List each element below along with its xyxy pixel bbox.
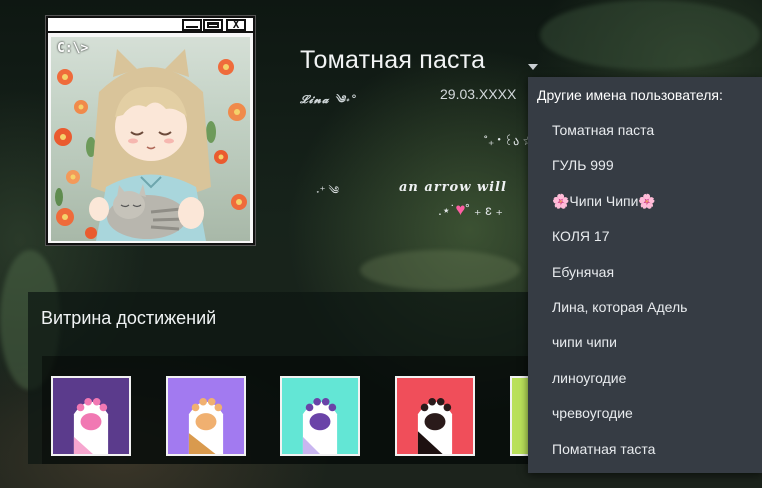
- profile-summary-line: ˖⁺ ༄: [316, 185, 340, 197]
- alias-item[interactable]: линоугодие: [528, 361, 762, 396]
- achievement-badge[interactable]: [280, 376, 360, 456]
- avatar-frame[interactable]: X C:\>: [46, 16, 255, 245]
- achievement-badge[interactable]: [51, 376, 131, 456]
- heart-icon: ♥: [455, 200, 466, 219]
- alias-item[interactable]: Томатная паста: [528, 113, 762, 148]
- achievement-showcase: Витрина достижений: [28, 292, 590, 464]
- dropdown-header: Другие имена пользователя:: [537, 87, 723, 103]
- alias-item[interactable]: чревоугодие: [528, 396, 762, 431]
- alias-item[interactable]: ГУЛЬ 999: [528, 148, 762, 183]
- profile-nickname: 𝓛𝓲𝓷𝓪 ༄˖°: [300, 93, 358, 106]
- profile-date: 29.03.XXXX: [440, 86, 517, 102]
- close-icon: X: [226, 19, 246, 31]
- paw-icon: [168, 378, 244, 454]
- background-foliage: [360, 250, 520, 290]
- profile-summary-fragment: .⋆˙: [438, 202, 456, 218]
- alias-item[interactable]: чипи чипи: [528, 325, 762, 360]
- chevron-down-icon[interactable]: [528, 64, 538, 70]
- profile-summary-fragment: ˚ ₊ ɛ ₊: [465, 202, 503, 218]
- paw-icon: [397, 378, 473, 454]
- terminal-prompt: C:\>: [57, 41, 89, 56]
- alias-item[interactable]: Поматная таста: [528, 432, 762, 467]
- alias-item[interactable]: 🌸Чипи Чипи🌸: [528, 184, 762, 219]
- alias-dropdown: Другие имена пользователя: Томатная паст…: [528, 77, 762, 473]
- maximize-icon: [203, 19, 223, 31]
- paw-icon: [53, 378, 129, 454]
- alias-item[interactable]: КОЛЯ 17: [528, 219, 762, 254]
- profile-summary-line: an arrow will: [399, 180, 507, 195]
- alias-list: Томатная паста ГУЛЬ 999 🌸Чипи Чипи🌸 КОЛЯ…: [528, 113, 762, 467]
- avatar[interactable]: C:\>: [51, 37, 250, 241]
- showcase-badge-strip: [42, 356, 590, 464]
- avatar-illustration: [54, 49, 247, 241]
- alias-item[interactable]: Лина, которая Адель: [528, 290, 762, 325]
- paw-icon: [282, 378, 358, 454]
- alias-item[interactable]: Ебунячая: [528, 255, 762, 290]
- achievement-badge[interactable]: [166, 376, 246, 456]
- avatar-window-titlebar: X: [48, 18, 253, 33]
- achievement-badge[interactable]: [395, 376, 475, 456]
- showcase-title: Витрина достижений: [41, 308, 217, 328]
- profile-summary-line: .⋆˙♥˚ ₊ ɛ ₊: [438, 200, 503, 220]
- profile-name[interactable]: Томатная паста: [300, 46, 485, 75]
- background-foliage: [540, 0, 760, 70]
- minimize-icon: [182, 19, 202, 31]
